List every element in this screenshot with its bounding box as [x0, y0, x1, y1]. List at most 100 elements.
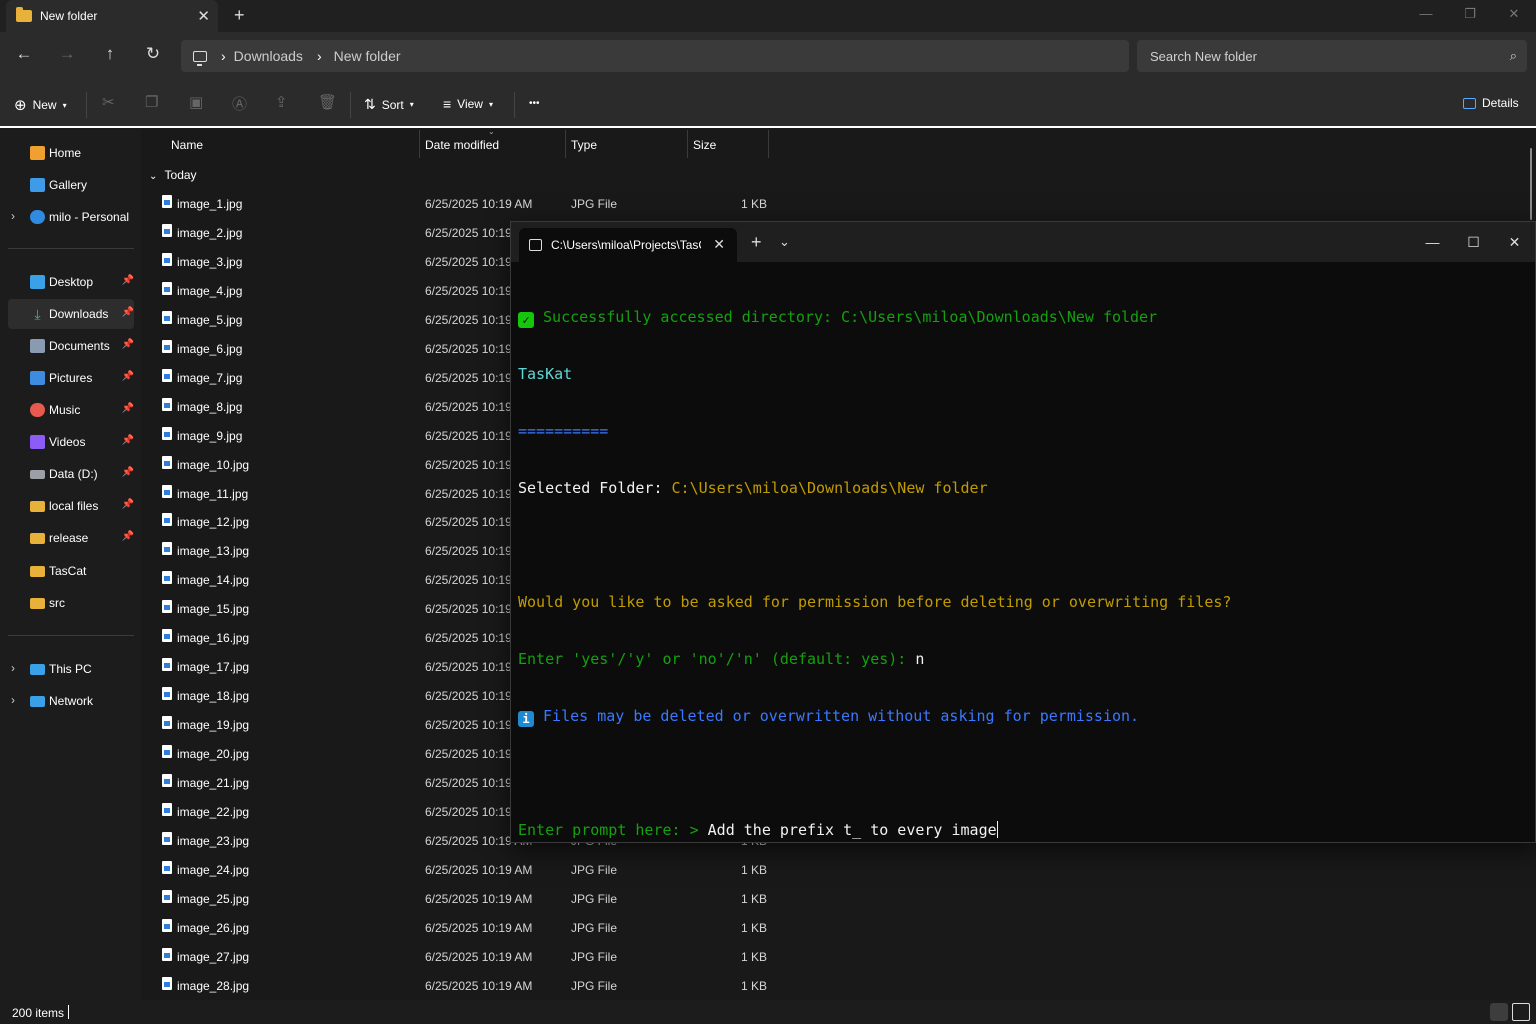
share-icon[interactable]: ⇪	[275, 93, 288, 111]
close-window-button[interactable]: ✕	[1492, 0, 1536, 32]
column-header-size[interactable]: Size	[693, 138, 716, 152]
file-date-modified: 6/25/2025 10:19 AM	[425, 891, 533, 906]
pin-icon[interactable]: 📌	[122, 435, 134, 446]
close-tab-icon[interactable]: ✕	[713, 236, 725, 253]
chevron-right-icon[interactable]: ›	[11, 209, 15, 223]
column-header-name[interactable]: Name	[171, 138, 203, 152]
file-row[interactable]: image_28.jpg 6/25/2025 10:19 AM JPG File 1 …	[141, 971, 781, 1000]
copy-icon[interactable]: ❐	[145, 93, 158, 111]
pin-icon[interactable]: 📌	[122, 275, 134, 286]
explorer-titlebar: New folder ✕ + — ❐ ✕	[0, 0, 1536, 32]
text-cursor	[996, 821, 998, 838]
close-tab-icon[interactable]: ✕	[197, 7, 210, 25]
column-divider[interactable]	[687, 130, 688, 158]
back-button[interactable]: ←	[12, 44, 36, 64]
file-name: image_20.jpg	[177, 747, 250, 762]
forward-button[interactable]: →	[55, 44, 79, 64]
breadcrumb-current[interactable]: New folder	[334, 48, 401, 64]
breadcrumb-downloads[interactable]: Downloads	[234, 48, 303, 64]
cut-icon[interactable]: ✂	[102, 93, 115, 111]
sidebar-item-desktop[interactable]: Desktop 📌	[8, 267, 134, 297]
sidebar-item-videos[interactable]: Videos 📌	[8, 427, 134, 457]
address-bar[interactable]: › Downloads › New folder	[181, 40, 1129, 72]
file-type: JPG File	[571, 891, 618, 906]
file-name: image_25.jpg	[177, 891, 250, 906]
sidebar-item-label: Music	[49, 403, 81, 417]
item-count: 200 items	[12, 1006, 65, 1020]
sidebar-item-local-files[interactable]: local files 📌	[8, 491, 134, 521]
up-button[interactable]: ↑	[98, 44, 122, 64]
column-divider[interactable]	[419, 130, 420, 158]
home-icon	[30, 146, 45, 160]
terminal-tab[interactable]: C:\Users\miloa\Projects\TasCat ✕	[519, 228, 737, 262]
group-header-today[interactable]: ⌄ Today	[149, 168, 197, 182]
view-button[interactable]: ≡ View ▾	[443, 96, 493, 112]
column-divider[interactable]	[565, 130, 566, 158]
sidebar-item-onedrive[interactable]: › milo - Personal	[8, 202, 134, 232]
onedrive-icon	[30, 210, 45, 224]
column-header-date[interactable]: Date modified	[425, 138, 499, 152]
refresh-button[interactable]: ↻	[141, 44, 165, 64]
sidebar-item-network[interactable]: › Network	[8, 686, 134, 716]
sidebar-item-home[interactable]: Home	[8, 138, 134, 168]
more-options-button[interactable]: •••	[529, 98, 540, 109]
scrollbar[interactable]	[1530, 148, 1532, 220]
terminal-output[interactable]: ✓ Successfully accessed directory: C:\Us…	[518, 270, 1528, 878]
sidebar-item-src[interactable]: src	[8, 588, 134, 618]
file-date-modified: 6/25/2025 10:19 AM	[425, 920, 533, 935]
sidebar-item-documents[interactable]: Documents 📌	[8, 331, 134, 361]
file-row[interactable]: image_25.jpg 6/25/2025 10:19 AM JPG File 1 …	[141, 884, 781, 913]
file-name: image_17.jpg	[177, 660, 250, 675]
details-button[interactable]: Details	[1463, 96, 1519, 110]
file-row[interactable]: image_1.jpg 6/25/2025 10:19 AM JPG File 1 K…	[141, 189, 781, 218]
folder-icon	[30, 532, 45, 544]
sidebar-item-release[interactable]: release 📌	[8, 523, 134, 553]
pin-icon[interactable]: 📌	[122, 403, 134, 414]
terminal-window[interactable]: C:\Users\miloa\Projects\TasCat ✕ + ⌄ — ☐…	[510, 221, 1536, 843]
pin-icon[interactable]: 📌	[122, 371, 134, 382]
chevron-right-icon[interactable]: ›	[11, 661, 15, 675]
image-file-icon	[162, 658, 172, 672]
delete-icon[interactable]: 🗑	[318, 93, 337, 111]
maximize-button[interactable]: ☐	[1453, 222, 1494, 262]
chevron-down-icon[interactable]: ⌄	[779, 234, 790, 250]
pin-icon[interactable]: 📌	[122, 467, 134, 478]
minimize-button[interactable]: —	[1404, 0, 1448, 32]
pin-icon[interactable]: 📌	[122, 307, 134, 318]
sidebar-item-pictures[interactable]: Pictures 📌	[8, 363, 134, 393]
chevron-down-icon: ▾	[409, 100, 414, 109]
chevron-right-icon[interactable]: ›	[11, 693, 15, 707]
sidebar-item-downloads[interactable]: ⤓ Downloads 📌	[8, 299, 134, 329]
minimize-button[interactable]: —	[1412, 222, 1453, 262]
paste-icon[interactable]: ▣	[189, 93, 203, 111]
search-icon[interactable]: ⌕	[1510, 48, 1517, 64]
sort-button[interactable]: ⇅ Sort ▾	[364, 96, 414, 113]
explorer-tab[interactable]: New folder ✕	[6, 0, 218, 32]
prompt-input[interactable]: Add the prefix t_ to every image	[708, 821, 997, 839]
details-label: Details	[1482, 96, 1519, 110]
column-divider[interactable]	[768, 130, 769, 158]
search-input[interactable]: Search New folder ⌕	[1137, 40, 1527, 72]
sidebar-item-tascat[interactable]: TasCat	[8, 556, 134, 586]
sidebar-item-music[interactable]: Music 📌	[8, 395, 134, 425]
pin-icon[interactable]: 📌	[122, 339, 134, 350]
desktop-icon	[30, 275, 45, 289]
rename-icon[interactable]: Ⓐ	[232, 93, 247, 114]
sidebar-item-this-pc[interactable]: › This PC	[8, 654, 134, 684]
close-window-button[interactable]: ✕	[1494, 222, 1535, 262]
pin-icon[interactable]: 📌	[122, 499, 134, 510]
new-tab-button[interactable]: +	[234, 5, 245, 26]
file-row[interactable]: image_26.jpg 6/25/2025 10:19 AM JPG File 1 …	[141, 913, 781, 942]
sidebar-item-data-drive[interactable]: Data (D:) 📌	[8, 459, 134, 489]
new-terminal-tab-button[interactable]: +	[751, 232, 762, 253]
file-row[interactable]: image_27.jpg 6/25/2025 10:19 AM JPG File 1 …	[141, 942, 781, 971]
restore-button[interactable]: ❐	[1448, 0, 1492, 32]
sidebar-item-gallery[interactable]: Gallery	[8, 170, 134, 200]
file-type: JPG File	[571, 920, 618, 935]
tiles-view-icon[interactable]	[1512, 1003, 1530, 1021]
new-button[interactable]: ⊕ New ▾	[14, 96, 67, 114]
pin-icon[interactable]: 📌	[122, 531, 134, 542]
column-header-type[interactable]: Type	[571, 138, 597, 152]
sidebar-item-label: This PC	[49, 662, 92, 676]
details-view-icon[interactable]	[1490, 1003, 1508, 1021]
